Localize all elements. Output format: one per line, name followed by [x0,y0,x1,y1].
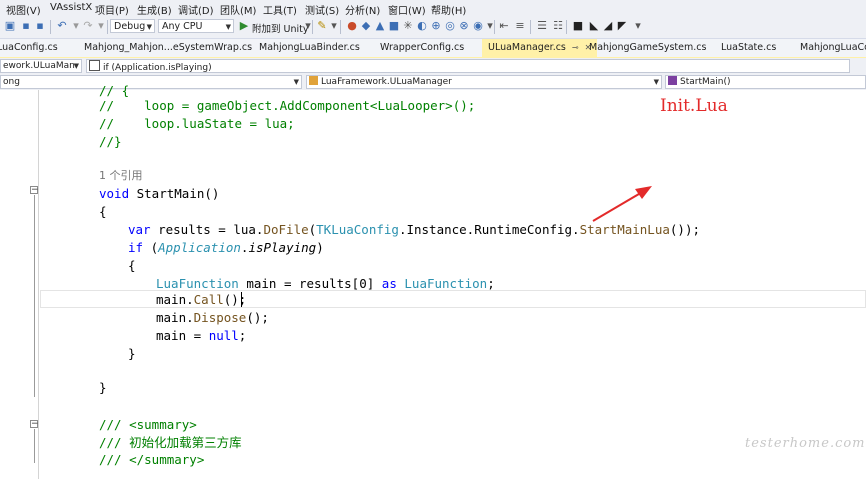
arrow-head [635,186,652,199]
arrow-shaft [592,190,645,222]
annotation-arrow [592,186,652,222]
watermark: testerhome.com [745,436,866,451]
